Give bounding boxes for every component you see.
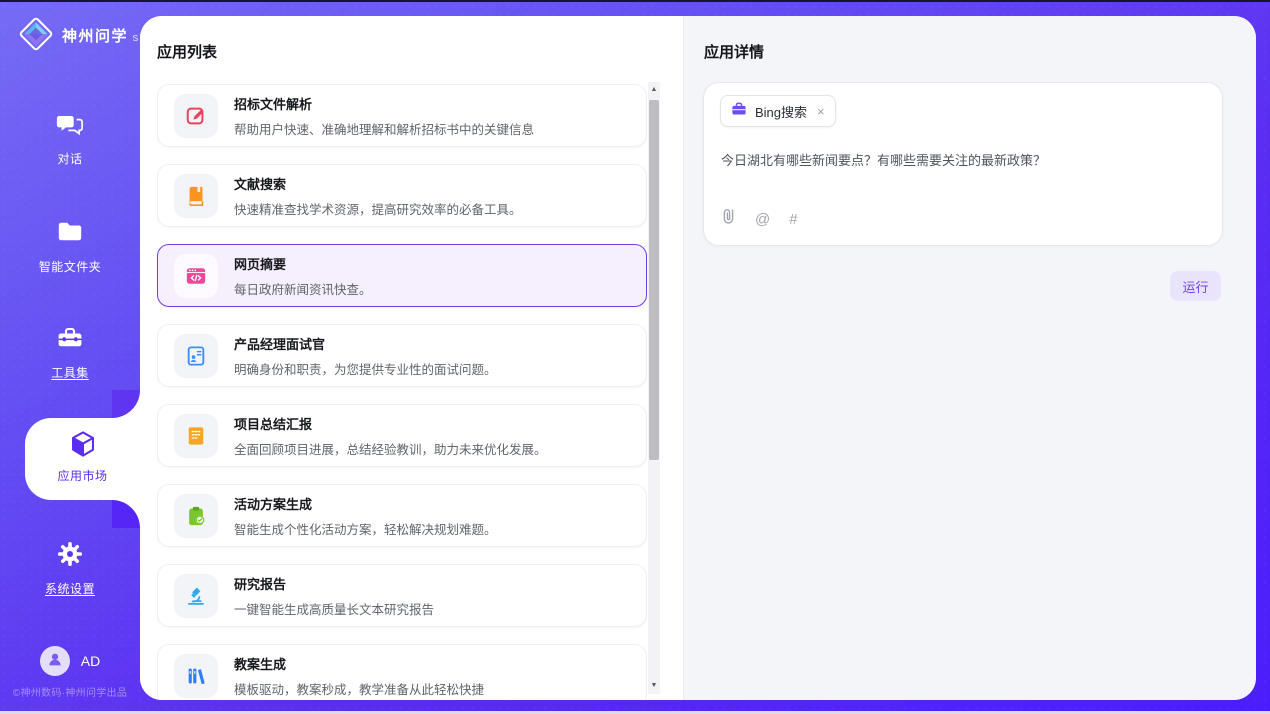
sidebar-item-toolset[interactable]: 工具集 xyxy=(0,324,140,381)
cube-icon xyxy=(68,446,98,463)
app-card-title: 项目总结汇报 xyxy=(234,414,547,433)
app-card-desc: 每日政府新闻资讯快查。 xyxy=(234,279,372,298)
sidebar-item-label: 智能文件夹 xyxy=(0,258,140,275)
sidebar-item-label: 工具集 xyxy=(0,364,140,381)
clipboard-check-icon xyxy=(174,494,218,538)
folder-icon xyxy=(56,233,84,250)
copyright-text: ©神州数码·神州问学出品 xyxy=(0,684,140,699)
note-icon xyxy=(174,414,218,458)
app-list-section: 应用列表 招标文件解析 帮助用户快速、准确地理解和解析招标书中的关键信息 xyxy=(140,16,683,700)
person-icon xyxy=(46,650,64,673)
app-card-event-plan[interactable]: 活动方案生成 智能生成个性化活动方案，轻松解决规划难题。 xyxy=(157,484,647,547)
app-card-title: 文献搜索 xyxy=(234,174,522,193)
app-card-literature-search[interactable]: 文献搜索 快速精准查找学术资源，提高研究效率的必备工具。 xyxy=(157,164,647,227)
app-card-desc: 明确身份和职责，为您提供专业性的面试问题。 xyxy=(234,359,497,378)
app-card-pm-interviewer[interactable]: 产品经理面试官 明确身份和职责，为您提供专业性的面试问题。 xyxy=(157,324,647,387)
app-card-desc: 快速精准查找学术资源，提高研究效率的必备工具。 xyxy=(234,199,522,218)
app-list-title: 应用列表 xyxy=(157,41,217,62)
app-card-project-summary[interactable]: 项目总结汇报 全面回顾项目进展，总结经验教训，助力未来优化发展。 xyxy=(157,404,647,467)
app-card-lesson-plan[interactable]: 教案生成 模板驱动，教案秒成，教学准备从此轻松快捷 xyxy=(157,644,647,700)
app-card-title: 网页摘要 xyxy=(234,254,372,273)
run-button[interactable]: 运行 xyxy=(1170,271,1221,301)
app-card-title: 教案生成 xyxy=(234,654,484,673)
sidebar-item-label: 系统设置 xyxy=(0,580,140,597)
app-card-desc: 一键智能生成高质量长文本研究报告 xyxy=(234,599,434,618)
edit-document-icon xyxy=(174,94,218,138)
tool-chip-bing-search[interactable]: Bing搜索 × xyxy=(720,95,836,127)
active-tab-curve-top xyxy=(112,390,140,418)
sidebar-item-app-market[interactable]: 应用市场 xyxy=(25,418,140,500)
resume-person-icon xyxy=(174,334,218,378)
active-tab-curve-bottom xyxy=(112,500,140,528)
sidebar-item-smart-folder[interactable]: 智能文件夹 xyxy=(0,218,140,275)
list-scrollbar[interactable]: ▲ ▼ xyxy=(648,82,660,694)
query-input[interactable]: 今日湖北有哪些新闻要点？有哪些需要关注的最新政策？ xyxy=(721,151,1206,171)
content-panel: 应用列表 招标文件解析 帮助用户快速、准确地理解和解析招标书中的关键信息 xyxy=(140,16,1256,700)
app-card-research-report[interactable]: 研究报告 一键智能生成高质量长文本研究报告 xyxy=(157,564,647,627)
app-card-desc: 智能生成个性化活动方案，轻松解决规划难题。 xyxy=(234,519,497,538)
at-icon[interactable]: @ xyxy=(755,211,770,228)
scrollbar-down-arrow[interactable]: ▼ xyxy=(648,680,660,692)
books-icon xyxy=(174,654,218,698)
diamond-logo-icon xyxy=(18,16,54,57)
app-card-web-summary[interactable]: 网页摘要 每日政府新闻资讯快查。 xyxy=(157,244,647,307)
scrollbar-up-arrow[interactable]: ▲ xyxy=(648,84,660,96)
app-detail-section: 应用详情 Bing搜索 × 今日湖北有哪些新闻要点？有哪些需要关注的最新政策？ xyxy=(683,16,1256,700)
browser-code-icon xyxy=(174,254,218,298)
sidebar-item-chat[interactable]: 对话 xyxy=(0,110,140,167)
close-icon[interactable]: × xyxy=(817,105,825,118)
hash-icon[interactable]: # xyxy=(789,211,797,228)
app-card-title: 招标文件解析 xyxy=(234,94,534,113)
chat-icon xyxy=(56,125,84,142)
app-card-title: 活动方案生成 xyxy=(234,494,497,513)
sidebar-item-label: 对话 xyxy=(0,150,140,167)
sidebar-item-settings[interactable]: 系统设置 xyxy=(0,540,140,597)
app-card-bid-document-parsing[interactable]: 招标文件解析 帮助用户快速、准确地理解和解析招标书中的关键信息 xyxy=(157,84,647,147)
app-list: 招标文件解析 帮助用户快速、准确地理解和解析招标书中的关键信息 文献搜索 xyxy=(157,84,647,700)
user-account[interactable]: AD xyxy=(0,646,140,676)
app-card-desc: 模板驱动，教案秒成，教学准备从此轻松快捷 xyxy=(234,679,484,698)
briefcase-icon xyxy=(731,101,747,122)
app-card-desc: 帮助用户快速、准确地理解和解析招标书中的关键信息 xyxy=(234,119,534,138)
toolbox-icon xyxy=(56,339,84,356)
avatar xyxy=(40,646,70,676)
user-name: AD xyxy=(81,653,100,669)
scrollbar-thumb[interactable] xyxy=(649,100,659,460)
gear-icon xyxy=(56,555,84,572)
app-window: 神州问学 Smart Vision 对话 智能文件夹 xyxy=(0,0,1270,714)
paperclip-icon[interactable] xyxy=(721,208,736,230)
app-card-desc: 全面回顾项目进展，总结经验教训，助力未来优化发展。 xyxy=(234,439,547,458)
attachment-toolbar: @ # xyxy=(721,208,798,230)
tool-chip-label: Bing搜索 xyxy=(755,102,807,121)
query-card[interactable]: Bing搜索 × 今日湖北有哪些新闻要点？有哪些需要关注的最新政策？ @ # xyxy=(703,82,1223,246)
book-icon xyxy=(174,174,218,218)
app-card-title: 产品经理面试官 xyxy=(234,334,497,353)
microscope-icon xyxy=(174,574,218,618)
sidebar-item-label: 应用市场 xyxy=(25,467,140,484)
brand-name: 神州问学 xyxy=(62,28,128,45)
app-detail-title: 应用详情 xyxy=(704,41,764,62)
app-card-title: 研究报告 xyxy=(234,574,434,593)
